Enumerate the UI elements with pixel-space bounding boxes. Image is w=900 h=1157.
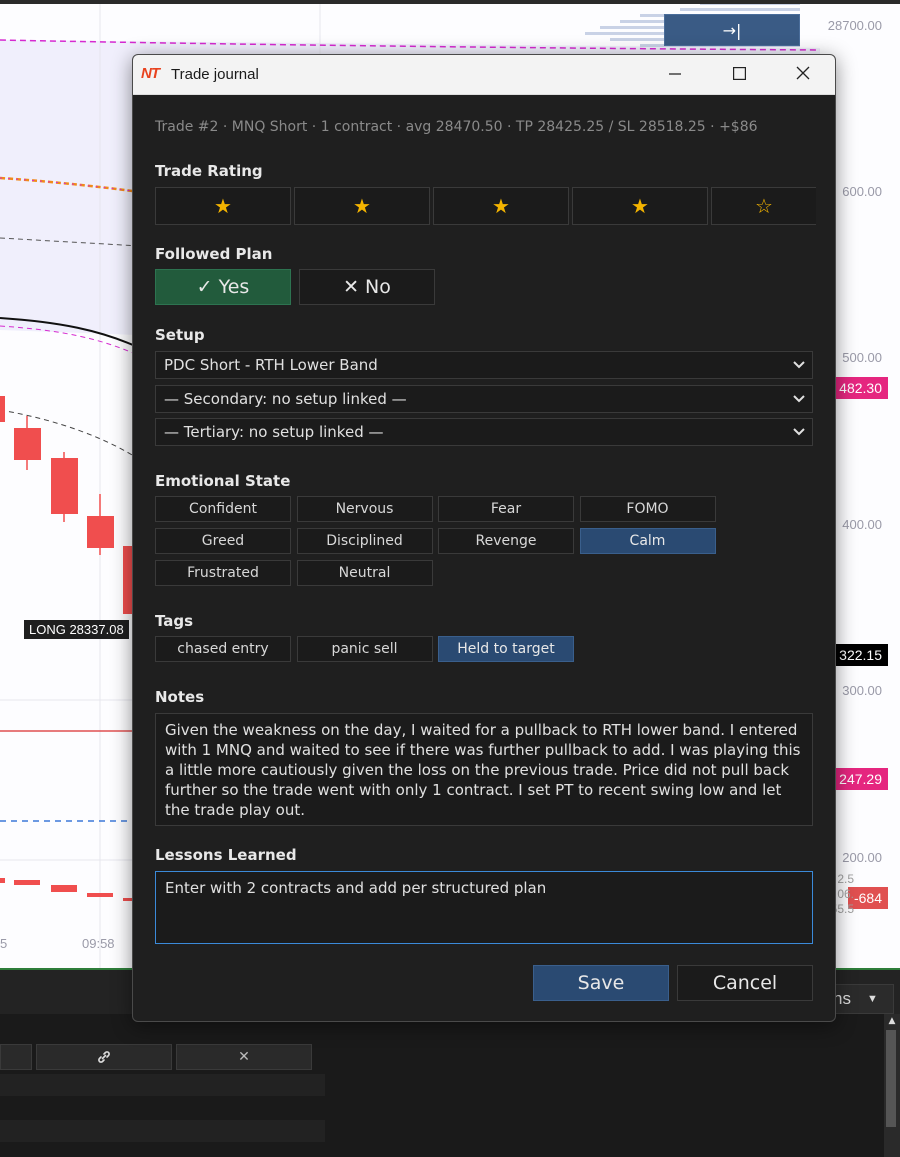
side-fragment: 06. (837, 887, 854, 901)
tag-chip-chased-entry[interactable]: chased entry (155, 636, 291, 662)
notes-textarea[interactable]: Given the weakness on the day, I waited … (155, 713, 813, 826)
emotion-chip-disciplined[interactable]: Disciplined (296, 528, 433, 554)
emotional-state-heading: Emotional State (155, 472, 291, 490)
trade-summary: Trade #2 · MNQ Short · 1 contract · avg … (155, 119, 758, 135)
title-bar[interactable]: NT Trade journal (133, 55, 835, 95)
price-axis-label: 200.00 (842, 850, 882, 865)
secondary-setup-value: — Secondary: no setup linked — (164, 390, 407, 408)
chevron-down-icon (790, 386, 808, 412)
collapse-right-icon: →| (722, 21, 742, 40)
followed-plan-no-button[interactable]: ✕ No (299, 269, 435, 305)
emotion-chip-frustrated[interactable]: Frustrated (155, 560, 291, 586)
chevron-down-icon (790, 352, 808, 378)
followed-plan-no-label: ✕ No (343, 276, 391, 298)
tag-chip-panic-sell[interactable]: panic sell (296, 636, 433, 662)
lessons-heading: Lessons Learned (155, 846, 297, 864)
primary-setup-select[interactable]: PDC Short - RTH Lower Band (155, 351, 813, 379)
dialog-title: Trade journal (171, 66, 259, 83)
collapse-panel-button[interactable]: →| (664, 14, 800, 46)
emotion-chip-fomo[interactable]: FOMO (579, 496, 716, 522)
price-axis-label: 500.00 (842, 350, 882, 365)
maximize-icon (732, 67, 746, 81)
cancel-label: Cancel (712, 972, 778, 994)
list-row (0, 1074, 325, 1096)
list-row (0, 1120, 325, 1142)
followed-plan-yes-label: ✓ Yes (196, 276, 250, 298)
grid-cell[interactable] (0, 1044, 32, 1070)
primary-setup-value: PDC Short - RTH Lower Band (164, 356, 378, 374)
rating-star-2[interactable]: ★ (294, 187, 430, 225)
link-button[interactable] (36, 1044, 172, 1070)
rating-star-5[interactable]: ☆ (711, 187, 816, 225)
setup-heading: Setup (155, 326, 205, 344)
emotion-chip-revenge[interactable]: Revenge (438, 528, 574, 554)
price-axis-label: 400.00 (842, 517, 882, 532)
chevron-down-icon (790, 419, 808, 445)
tertiary-setup-select[interactable]: — Tertiary: no setup linked — (155, 418, 813, 446)
bottom-dropdown[interactable]: ns ▼ (826, 984, 894, 1014)
close-icon: ✕ (238, 1049, 250, 1065)
close-window-button[interactable] (771, 55, 835, 95)
emotion-chip-fear[interactable]: Fear (438, 496, 574, 522)
followed-plan-yes-button[interactable]: ✓ Yes (155, 269, 291, 305)
save-label: Save (577, 972, 625, 994)
time-axis-label: 09:58 (82, 936, 115, 951)
trade-journal-dialog: NT Trade journal Trade #2 · MNQ Short · … (132, 54, 836, 1022)
rating-heading: Trade Rating (155, 162, 263, 180)
rating-star-1[interactable]: ★ (155, 187, 291, 225)
rating-star-4[interactable]: ★ (572, 187, 708, 225)
app-logo-icon: NT (141, 65, 160, 82)
emotion-chip-nervous[interactable]: Nervous (296, 496, 433, 522)
price-tag: 247.29 (833, 768, 888, 790)
emotion-chip-confident[interactable]: Confident (155, 496, 291, 522)
tertiary-setup-value: — Tertiary: no setup linked — (164, 423, 384, 441)
emotion-chip-calm[interactable]: Calm (579, 528, 716, 554)
save-button[interactable]: Save (533, 965, 669, 1001)
emotion-chip-greed[interactable]: Greed (155, 528, 291, 554)
tags-heading: Tags (155, 612, 194, 630)
cancel-button[interactable]: Cancel (677, 965, 813, 1001)
price-tag: 322.15 (833, 644, 888, 666)
tag-chip-held-to-target[interactable]: Held to target (438, 636, 574, 662)
minimize-button[interactable] (643, 55, 707, 95)
side-fragment: 2.5 (837, 872, 854, 886)
minimize-icon (669, 73, 681, 75)
scroll-up-icon[interactable]: ▲ (884, 1014, 900, 1028)
scroll-thumb[interactable] (886, 1030, 896, 1127)
price-tag: 482.30 (833, 377, 888, 399)
close-icon (796, 66, 810, 80)
time-axis-label: 5 (0, 936, 8, 951)
followed-plan-heading: Followed Plan (155, 245, 273, 263)
price-axis-label: 28700.00 (827, 18, 882, 33)
maximize-button[interactable] (707, 55, 771, 95)
long-position-label: LONG 28337.08 (24, 620, 129, 639)
price-axis-label: 600.00 (842, 184, 882, 199)
rating-star-3[interactable]: ★ (433, 187, 569, 225)
secondary-setup-select[interactable]: — Secondary: no setup linked — (155, 385, 813, 413)
link-icon (98, 1051, 110, 1063)
dialog-body: Trade #2 · MNQ Short · 1 contract · avg … (133, 95, 835, 1021)
candles (0, 396, 133, 614)
lessons-textarea[interactable]: Enter with 2 contracts and add per struc… (155, 871, 813, 944)
price-axis-label: 300.00 (842, 683, 882, 698)
emotion-chip-neutral[interactable]: Neutral (296, 560, 433, 586)
remove-button[interactable]: ✕ (176, 1044, 312, 1070)
notes-heading: Notes (155, 688, 205, 706)
dropdown-arrow-icon: ▼ (867, 993, 878, 1005)
